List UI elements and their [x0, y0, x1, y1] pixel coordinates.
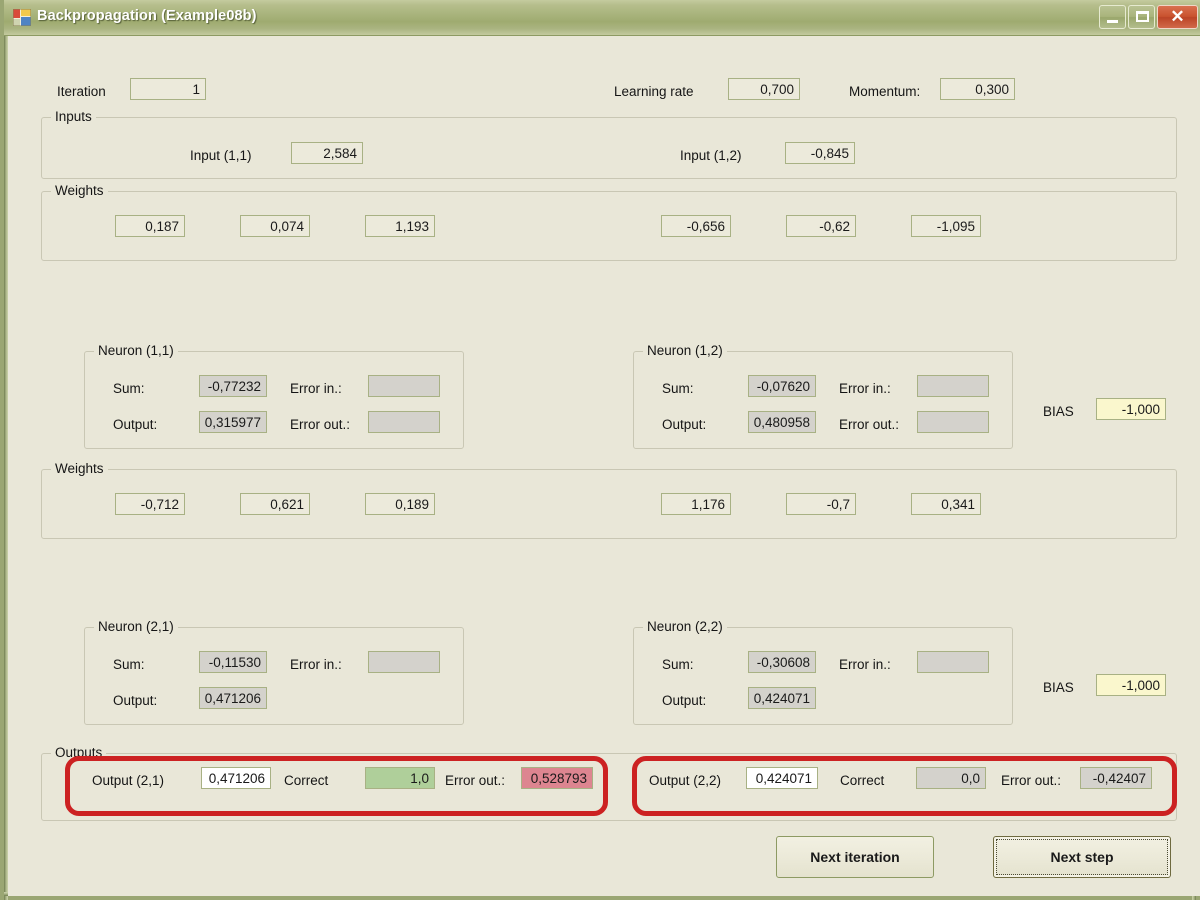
neuron-11-error-in-label: Error in.: [290, 381, 342, 396]
weights-group-2-title: Weights [51, 461, 108, 476]
window-controls: ✕ [1099, 5, 1198, 29]
iteration-field[interactable]: 1 [130, 78, 206, 100]
bias-2-label: BIAS [1043, 680, 1074, 695]
maximize-button[interactable] [1128, 5, 1155, 29]
neuron-22-error-in-label: Error in.: [839, 657, 891, 672]
weight-2-3-field[interactable]: 0,189 [365, 493, 435, 515]
neuron-21-group: Neuron (2,1) [84, 619, 464, 725]
neuron-11-output-label: Output: [113, 417, 158, 432]
form-client-area: Iteration 1 Learning rate 0,700 Momentum… [8, 36, 1200, 896]
neuron-22-output-field: 0,424071 [748, 687, 816, 709]
neuron-12-sum-label: Sum: [662, 381, 694, 396]
neuron-11-title: Neuron (1,1) [94, 343, 178, 358]
window-title: Backpropagation (Example08b) [37, 8, 257, 24]
output-22-correct-field[interactable]: 0,0 [916, 767, 986, 789]
neuron-11-error-out-field [368, 411, 440, 433]
neuron-11-error-in-field [368, 375, 440, 397]
weight-1-6-field[interactable]: -1,095 [911, 215, 981, 237]
neuron-11-output-field: 0,315977 [199, 411, 267, 433]
output-21-correct-label: Correct [284, 773, 329, 788]
next-step-button[interactable]: Next step [993, 836, 1171, 878]
weight-2-4-field[interactable]: 1,176 [661, 493, 731, 515]
weight-2-2-field[interactable]: 0,621 [240, 493, 310, 515]
weight-2-5-field[interactable]: -0,7 [786, 493, 856, 515]
inputs-group-title: Inputs [51, 109, 96, 124]
neuron-21-error-in-label: Error in.: [290, 657, 342, 672]
neuron-12-error-out-field [917, 411, 989, 433]
neuron-12-error-in-field [917, 375, 989, 397]
output-22-label: Output (2,2) [649, 773, 722, 788]
neuron-22-output-label: Output: [662, 693, 707, 708]
next-iteration-button[interactable]: Next iteration [776, 836, 934, 878]
minimize-button[interactable] [1099, 5, 1126, 29]
neuron-21-sum-label: Sum: [113, 657, 145, 672]
neuron-12-output-label: Output: [662, 417, 707, 432]
output-21-correct-field[interactable]: 1,0 [365, 767, 435, 789]
neuron-12-error-out-label: Error out.: [839, 417, 900, 432]
weight-1-2-field[interactable]: 0,074 [240, 215, 310, 237]
weight-1-3-field[interactable]: 1,193 [365, 215, 435, 237]
output-21-label: Output (2,1) [92, 773, 165, 788]
next-step-button-label: Next step [1050, 849, 1114, 865]
neuron-12-group: Neuron (1,2) [633, 343, 1013, 449]
title-bar[interactable]: Backpropagation (Example08b) ✕ [4, 0, 1200, 36]
neuron-21-title: Neuron (2,1) [94, 619, 178, 634]
neuron-12-sum-field: -0,07620 [748, 375, 816, 397]
neuron-11-group: Neuron (1,1) [84, 343, 464, 449]
form-icon [13, 9, 31, 26]
neuron-22-group: Neuron (2,2) [633, 619, 1013, 725]
iteration-label: Iteration [57, 84, 106, 99]
output-21-error-out-label: Error out.: [445, 773, 506, 788]
output-22-error-out-label: Error out.: [1001, 773, 1062, 788]
input-11-field[interactable]: 2,584 [291, 142, 363, 164]
neuron-21-output-field: 0,471206 [199, 687, 267, 709]
neuron-12-title: Neuron (1,2) [643, 343, 727, 358]
neuron-22-title: Neuron (2,2) [643, 619, 727, 634]
neuron-22-sum-field: -0,30608 [748, 651, 816, 673]
close-icon: ✕ [1170, 7, 1185, 26]
output-22-field[interactable]: 0,424071 [746, 767, 818, 789]
output-21-field[interactable]: 0,471206 [201, 767, 271, 789]
neuron-21-output-label: Output: [113, 693, 158, 708]
input-11-label: Input (1,1) [190, 148, 252, 163]
output-22-error-out-field: -0,42407 [1080, 767, 1152, 789]
learning-rate-field[interactable]: 0,700 [728, 78, 800, 100]
output-21-error-out-field: 0,528793 [521, 767, 593, 789]
neuron-12-output-field: 0,480958 [748, 411, 816, 433]
momentum-field[interactable]: 0,300 [940, 78, 1015, 100]
neuron-11-sum-label: Sum: [113, 381, 145, 396]
weights-group-1: Weights [41, 183, 1177, 261]
weight-1-1-field[interactable]: 0,187 [115, 215, 185, 237]
input-12-label: Input (1,2) [680, 148, 742, 163]
neuron-11-error-out-label: Error out.: [290, 417, 351, 432]
weight-1-5-field[interactable]: -0,62 [786, 215, 856, 237]
neuron-12-error-in-label: Error in.: [839, 381, 891, 396]
weights-group-1-title: Weights [51, 183, 108, 198]
learning-rate-label: Learning rate [614, 84, 694, 99]
bias-1-field[interactable]: -1,000 [1096, 398, 1166, 420]
minimize-icon [1107, 20, 1118, 23]
weights-group-2: Weights [41, 461, 1177, 539]
weight-1-4-field[interactable]: -0,656 [661, 215, 731, 237]
close-button[interactable]: ✕ [1157, 5, 1198, 29]
neuron-21-error-in-field [368, 651, 440, 673]
output-22-correct-label: Correct [840, 773, 885, 788]
weight-2-6-field[interactable]: 0,341 [911, 493, 981, 515]
bias-2-field[interactable]: -1,000 [1096, 674, 1166, 696]
neuron-11-sum-field: -0,77232 [199, 375, 267, 397]
maximize-icon [1136, 11, 1149, 22]
application-window: Backpropagation (Example08b) ✕ Iteration… [0, 0, 1200, 900]
neuron-21-sum-field: -0,11530 [199, 651, 267, 673]
neuron-22-sum-label: Sum: [662, 657, 694, 672]
neuron-22-error-in-field [917, 651, 989, 673]
bias-1-label: BIAS [1043, 404, 1074, 419]
outputs-group-title: Outputs [51, 745, 107, 760]
momentum-label: Momentum: [849, 84, 921, 99]
input-12-field[interactable]: -0,845 [785, 142, 855, 164]
weight-2-1-field[interactable]: -0,712 [115, 493, 185, 515]
